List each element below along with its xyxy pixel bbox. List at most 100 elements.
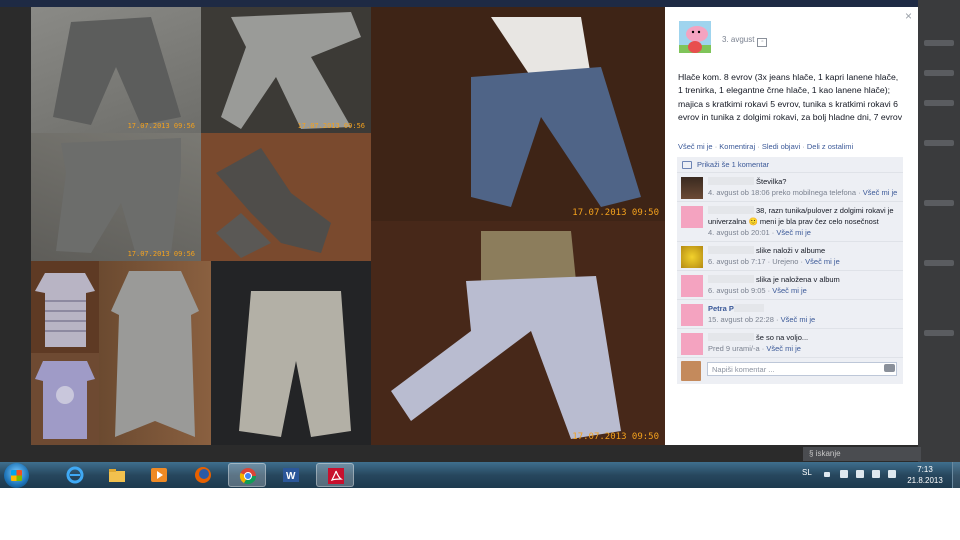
- pants-shape: [53, 17, 181, 125]
- taskbar-word[interactable]: W: [272, 463, 310, 487]
- avatar[interactable]: [681, 246, 703, 268]
- comment-text: slika je naložena v album: [756, 275, 840, 284]
- word-icon: W: [283, 468, 299, 482]
- start-button[interactable]: [4, 463, 29, 488]
- avatar[interactable]: [681, 206, 703, 228]
- share-link[interactable]: Deli z ostalimi: [807, 142, 853, 151]
- windows-logo-icon: [11, 470, 22, 481]
- comment: slika je naložena v album 6. avgust ob 9…: [677, 271, 903, 300]
- taskbar: W SL 7:13 21.8.2013: [0, 462, 960, 488]
- comment-author[interactable]: Petra P: [708, 304, 734, 313]
- show-hidden-icons-icon[interactable]: [824, 472, 830, 477]
- shirt-shape: [35, 361, 95, 439]
- pants-shape: [221, 12, 361, 129]
- like-link[interactable]: Všeč mi je: [678, 142, 713, 151]
- avatar[interactable]: [681, 275, 703, 297]
- post-date[interactable]: 3. avgust ▫: [722, 35, 768, 47]
- audience-icon: ▫: [757, 38, 768, 47]
- photo-collage[interactable]: 17.07.2013 09:56 17.07.2013 09:56 17.07.…: [31, 7, 665, 445]
- redacted-name: [708, 206, 754, 214]
- comment: Številka? 4. avgust ob 18:06 preko mobil…: [677, 173, 903, 202]
- comment-like-link[interactable]: Všeč mi je: [781, 315, 816, 324]
- separator: ·: [714, 142, 718, 151]
- svg-text:W: W: [286, 471, 296, 482]
- photo-timestamp: 17.07.2013 09:50: [572, 208, 659, 218]
- photo-tile-jeans-light: 17.07.2013 09:50: [371, 221, 665, 445]
- flag-icon[interactable]: [840, 470, 848, 478]
- background-header: [0, 0, 960, 7]
- taskbar-acrobat[interactable]: [316, 463, 354, 487]
- photo-tile-grey-tunic: [99, 261, 211, 445]
- comment-input[interactable]: Napiši komentar ...: [707, 362, 897, 376]
- redacted-name: [708, 275, 754, 283]
- comment-like-link[interactable]: Všeč mi je: [776, 228, 811, 237]
- clock-date: 21.8.2013: [907, 476, 943, 485]
- comment-text: Številka?: [756, 177, 787, 186]
- redacted-name: [708, 177, 754, 185]
- comment: še so na voljo... Pred 9 urami/-a · Všeč…: [677, 329, 903, 358]
- network-icon[interactable]: [872, 470, 880, 478]
- tunic-shape: [111, 271, 199, 437]
- jeans-shape: [471, 17, 641, 207]
- background-right-column: [918, 0, 960, 462]
- comment-meta: 6. avgust ob 7:17 · Urejeno ·: [708, 257, 804, 266]
- shirt-shape: [35, 273, 95, 347]
- pants-shape: [239, 291, 351, 437]
- comment-meta: 4. avgust ob 18:06 preko mobilnega telef…: [708, 188, 861, 197]
- taskbar-internet-explorer[interactable]: [56, 463, 94, 487]
- language-indicator[interactable]: SL: [802, 468, 812, 477]
- jeans-shape: [391, 231, 621, 439]
- comment-like-link[interactable]: Všeč mi je: [805, 257, 840, 266]
- internet-explorer-icon: [66, 466, 84, 484]
- comment-like-link[interactable]: Všeč mi je: [766, 344, 801, 353]
- photo-viewer: 17.07.2013 09:56 17.07.2013 09:56 17.07.…: [31, 7, 918, 445]
- comment-bubble-icon: [682, 161, 692, 169]
- photo-timestamp: 17.07.2013 09:50: [572, 432, 659, 442]
- post-actions: Všeč mi je · Komentiraj · Sledi objavi ·…: [678, 142, 853, 151]
- comments-box: Prikaži še 1 komentar Številka? 4. avgus…: [677, 157, 903, 384]
- follow-link[interactable]: Sledi objavi: [762, 142, 800, 151]
- comment-text: še so na voljo...: [756, 333, 809, 342]
- photo-timestamp: 17.07.2013 09:56: [297, 122, 365, 130]
- comment-like-link[interactable]: Všeč mi je: [863, 188, 898, 197]
- volume-icon[interactable]: [888, 470, 896, 478]
- taskbar-file-explorer[interactable]: [98, 463, 136, 487]
- comment-meta: 4. avgust ob 20:01 ·: [708, 228, 775, 237]
- comment-like-link[interactable]: Všeč mi je: [772, 286, 807, 295]
- clock[interactable]: 7:13 21.8.2013: [900, 464, 950, 486]
- photo-tile-grey-pants-1: 17.07.2013 09:56: [31, 7, 201, 133]
- background-search-label: § iskanje: [803, 447, 921, 461]
- clock-time: 7:13: [917, 465, 933, 474]
- taskbar-chrome[interactable]: [228, 463, 266, 487]
- photo-tile-striped-shirt: [31, 261, 99, 353]
- photo-timestamp: 17.07.2013 09:56: [127, 250, 195, 258]
- taskbar-media-player[interactable]: [140, 463, 178, 487]
- media-player-icon: [151, 468, 167, 482]
- photo-tile-capri-pants: [211, 261, 371, 445]
- avatar[interactable]: [681, 177, 703, 199]
- taskbar-firefox[interactable]: [184, 463, 222, 487]
- redacted-name: [733, 304, 764, 312]
- firefox-icon: [195, 467, 211, 483]
- device-icon[interactable]: [856, 470, 864, 478]
- chrome-icon: [239, 468, 257, 485]
- show-desktop-button[interactable]: [952, 462, 960, 488]
- avatar[interactable]: [679, 21, 711, 53]
- comment-link[interactable]: Komentiraj: [719, 142, 755, 151]
- show-more-comments[interactable]: Prikaži še 1 komentar: [677, 157, 903, 173]
- pants-shape: [56, 138, 181, 255]
- comment-text: slike naloži v albume: [756, 246, 826, 255]
- comment-meta: Pred 9 urami/-a ·: [708, 344, 765, 353]
- post-sidebar: × 3. avgust ▫ Hlače kom. 8 evrov (3x jean…: [665, 7, 918, 445]
- new-comment-row: Napiši komentar ...: [677, 358, 903, 384]
- avatar[interactable]: [681, 304, 703, 326]
- close-icon[interactable]: ×: [905, 9, 912, 23]
- comment: Petra P 15. avgust ob 22:28 · Všeč mi je: [677, 300, 903, 329]
- photo-tile-grey-pants-3: 17.07.2013 09:56: [31, 133, 201, 261]
- separator: ·: [757, 142, 760, 151]
- camera-icon[interactable]: [884, 364, 895, 372]
- post-text: Hlače kom. 8 evrov (3x jeans hlače, 1 ka…: [678, 72, 903, 123]
- redacted-name: [708, 246, 754, 254]
- avatar[interactable]: [681, 333, 703, 355]
- photo-tile-lilac-shirt: [31, 353, 99, 445]
